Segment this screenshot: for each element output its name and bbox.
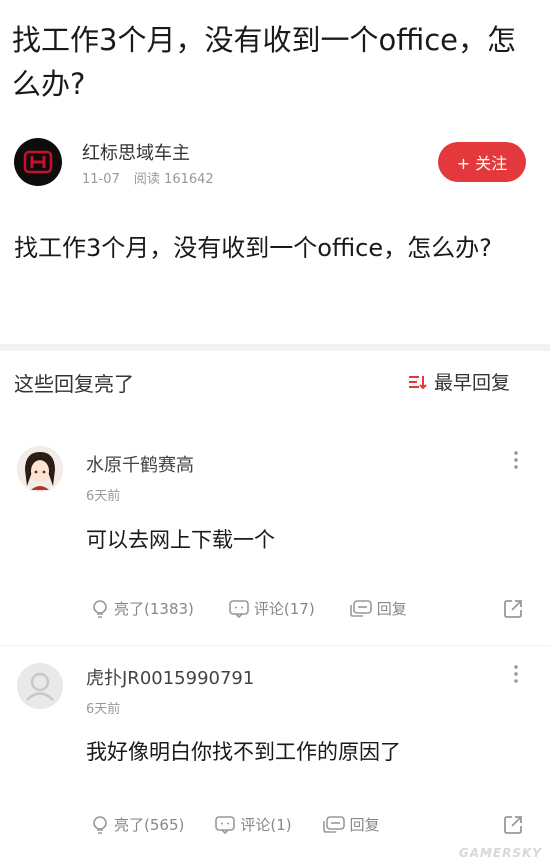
comment-actions: 亮了(1383) 评论(17) 回复 xyxy=(90,598,441,619)
comment-icon xyxy=(215,815,236,834)
follow-button[interactable]: + 关注 xyxy=(438,142,526,182)
reply-button[interactable]: 回复 xyxy=(322,814,380,835)
comment-time: 6天前 xyxy=(86,489,121,504)
comment-actions: 亮了(565) 评论(1) 回复 xyxy=(90,814,414,835)
comment-icon xyxy=(229,599,249,618)
comment-username[interactable]: 虎扑JR0015990791 xyxy=(86,664,254,690)
post-date: 11-07 xyxy=(82,172,120,187)
reply-icon xyxy=(322,815,345,833)
watermark: GAMERSKY xyxy=(458,846,542,860)
replies-section-title: 这些回复亮了 xyxy=(14,372,134,396)
comment-time: 6天前 xyxy=(86,702,121,717)
anime-avatar-icon xyxy=(17,446,63,492)
comment-text: 可以去网上下载一个 xyxy=(86,528,275,552)
author-meta: 11-07 阅读 161642 xyxy=(82,168,224,187)
question-body: 找工作3个月，没有收到一个office，怎么办? xyxy=(14,234,492,262)
like-count: 亮了(1383) xyxy=(114,600,194,618)
comment-text: 我好像明白你找不到工作的原因了 xyxy=(86,740,401,764)
sort-icon xyxy=(409,375,427,389)
comment-separator xyxy=(0,645,550,646)
comment-count: 评论(17) xyxy=(253,600,315,618)
honda-logo-icon xyxy=(23,150,53,174)
comment-username[interactable]: 水原千鹤赛高 xyxy=(86,451,194,477)
comment-avatar[interactable] xyxy=(17,663,63,709)
more-options-icon[interactable] xyxy=(508,450,524,470)
share-icon[interactable] xyxy=(502,598,524,620)
view-count: 阅读 161642 xyxy=(133,172,214,187)
question-title: 找工作3个月，没有收到一个office，怎么办? xyxy=(12,23,517,101)
reply-label: 回复 xyxy=(376,600,407,618)
reply-label: 回复 xyxy=(349,816,380,834)
comment-button[interactable]: 评论(17) xyxy=(228,598,315,619)
like-button[interactable]: 亮了(1383) xyxy=(90,598,194,619)
author-avatar[interactable] xyxy=(14,138,62,186)
like-count: 亮了(565) xyxy=(114,816,185,834)
comment-button[interactable]: 评论(1) xyxy=(214,814,292,835)
sort-button[interactable]: 最早回复 xyxy=(408,368,510,395)
share-icon[interactable] xyxy=(502,814,524,836)
comment-avatar[interactable] xyxy=(17,446,63,492)
default-user-icon xyxy=(18,664,62,708)
lightbulb-icon xyxy=(93,599,107,618)
reply-button[interactable]: 回复 xyxy=(349,598,407,619)
reply-icon xyxy=(349,599,372,617)
sort-label: 最早回复 xyxy=(434,372,511,394)
author-name[interactable]: 红标思域车主 xyxy=(82,139,190,165)
lightbulb-icon xyxy=(93,815,107,834)
more-options-icon[interactable] xyxy=(508,664,524,684)
like-button[interactable]: 亮了(565) xyxy=(90,814,184,835)
section-divider xyxy=(0,344,550,351)
comment-count: 评论(1) xyxy=(240,816,292,834)
